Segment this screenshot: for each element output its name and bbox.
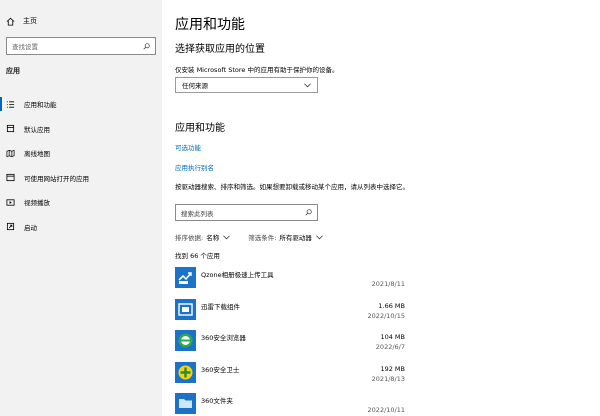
settings-search-input[interactable]: 查找设置 bbox=[6, 37, 156, 55]
filter-dropdown[interactable]: 所有驱动器 bbox=[279, 232, 312, 242]
sidebar-nav: 应用和功能 默认应用 离线地图 可使用网站打开的应用 视频播放 启动 bbox=[0, 92, 162, 239]
chevron-down-icon[interactable] bbox=[316, 234, 323, 240]
apps-for-websites-icon bbox=[5, 173, 15, 183]
sidebar-item-label: 视频播放 bbox=[24, 199, 50, 208]
app-search-input[interactable]: 搜索此列表 bbox=[175, 204, 318, 221]
chevron-down-icon[interactable] bbox=[223, 234, 231, 240]
sidebar-item-video-playback[interactable]: 视频播放 bbox=[0, 190, 162, 215]
app-row-qzone[interactable]: Qzone相册极速上传工具 2021/8/11 bbox=[175, 265, 405, 297]
sidebar-item-label: 应用和功能 bbox=[24, 101, 57, 110]
app-name: 360安全浏览器 bbox=[201, 334, 246, 342]
qzone-upload-icon bbox=[175, 267, 196, 288]
sidebar-item-apps-features[interactable]: 应用和功能 bbox=[0, 92, 162, 117]
page-title: 应用和功能 bbox=[175, 17, 245, 33]
sort-filter-row: 排序依据: 名称 筛选条件: 所有驱动器 bbox=[175, 232, 341, 242]
sort-dropdown[interactable]: 名称 bbox=[206, 232, 219, 242]
sidebar: 主页 查找设置 应用 应用和功能 默认应用 离线地图 可使用网站打开的应用 视频… bbox=[0, 0, 162, 416]
apps-list-icon bbox=[5, 99, 15, 109]
sidebar-item-default-apps[interactable]: 默认应用 bbox=[0, 117, 162, 142]
app-row-360-folder[interactable]: 360文件夹 2022/10/11 bbox=[175, 391, 405, 416]
app-date: 2022/6/7 bbox=[375, 343, 405, 351]
apps-features-heading: 应用和功能 bbox=[175, 123, 225, 134]
sidebar-item-label: 启动 bbox=[24, 223, 37, 232]
app-size: 104 MB bbox=[380, 333, 405, 341]
app-name: 360安全卫士 bbox=[201, 365, 240, 374]
app-size: 192 MB bbox=[380, 364, 405, 373]
app-source-value: 任何来源 bbox=[182, 82, 208, 90]
app-size: 1.66 MB bbox=[378, 301, 405, 310]
search-icon[interactable] bbox=[305, 209, 312, 216]
offline-maps-icon bbox=[5, 148, 15, 158]
app-source-title: 选择获取应用的位置 bbox=[175, 44, 265, 55]
app-execution-alias-link[interactable]: 应用执行别名 bbox=[175, 162, 214, 172]
app-date: 2022/10/11 bbox=[367, 406, 405, 414]
video-playback-icon bbox=[5, 197, 15, 207]
optional-features-link[interactable]: 可选功能 bbox=[175, 142, 201, 152]
filter-label: 筛选条件: bbox=[248, 234, 277, 242]
sidebar-item-startup[interactable]: 启动 bbox=[0, 215, 162, 240]
app-row-360-browser[interactable]: 360安全浏览器 104 MB 2022/6/7 bbox=[175, 328, 405, 360]
app-name: 迅雷下载组件 bbox=[201, 302, 240, 311]
sidebar-section-label: 应用 bbox=[6, 67, 20, 75]
app-name: Qzone相册极速上传工具 bbox=[201, 271, 274, 279]
app-row-xunlei[interactable]: 迅雷下载组件 1.66 MB 2022/10/15 bbox=[175, 297, 405, 329]
startup-icon bbox=[5, 222, 15, 232]
360-folder-icon bbox=[175, 393, 196, 414]
360-browser-icon bbox=[175, 330, 196, 351]
app-name: 360文件夹 bbox=[201, 397, 233, 405]
xunlei-icon bbox=[175, 298, 196, 320]
sidebar-item-label: 离线地图 bbox=[24, 150, 50, 159]
default-apps-icon bbox=[5, 124, 15, 134]
sidebar-item-label: 可使用网站打开的应用 bbox=[24, 174, 89, 183]
app-list: Qzone相册极速上传工具 2021/8/11 迅雷下载组件 1.66 MB 2… bbox=[175, 265, 405, 416]
app-count: 找到 66 个应用 bbox=[175, 252, 220, 260]
sidebar-item-apps-for-websites[interactable]: 可使用网站打开的应用 bbox=[0, 166, 162, 191]
sort-label: 排序依据: bbox=[175, 234, 204, 242]
app-source-dropdown[interactable]: 任何来源 bbox=[175, 77, 318, 93]
app-row-360-safe[interactable]: 360安全卫士 192 MB 2021/8/13 bbox=[175, 360, 405, 392]
chevron-down-icon bbox=[304, 82, 311, 87]
search-icon[interactable] bbox=[143, 42, 150, 50]
360-safe-icon bbox=[175, 361, 196, 383]
settings-search-placeholder: 查找设置 bbox=[12, 43, 38, 51]
search-description: 按驱动器搜索、排序和筛选。如果想要卸载或移动某个应用，请从列表中选择它。 bbox=[175, 183, 409, 191]
app-date: 2022/10/15 bbox=[367, 311, 405, 320]
sidebar-item-offline-maps[interactable]: 离线地图 bbox=[0, 141, 162, 166]
home-label: 主页 bbox=[23, 17, 37, 25]
home-icon bbox=[6, 17, 15, 26]
sidebar-item-label: 默认应用 bbox=[24, 125, 50, 134]
app-date: 2021/8/11 bbox=[371, 280, 405, 288]
app-source-description: 仅安装 Microsoft Store 中的应用有助于保护你的设备。 bbox=[175, 66, 339, 74]
main-content: 应用和功能 选择获取应用的位置 仅安装 Microsoft Store 中的应用… bbox=[162, 0, 600, 416]
home-link[interactable]: 主页 bbox=[6, 16, 37, 26]
app-date: 2021/8/13 bbox=[371, 374, 405, 383]
app-search-placeholder: 搜索此列表 bbox=[181, 209, 214, 218]
